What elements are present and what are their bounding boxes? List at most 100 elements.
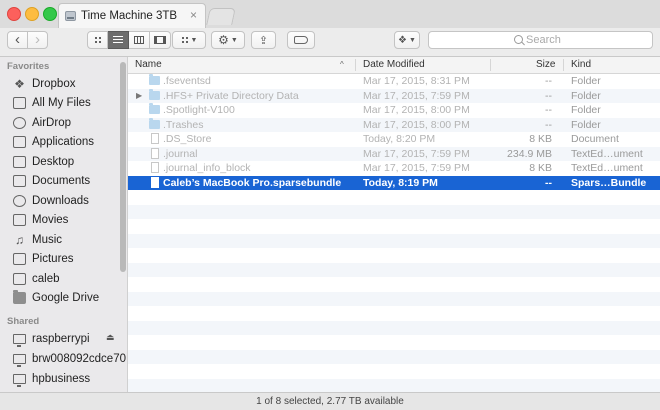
arrange-button[interactable]: ▼ xyxy=(172,31,206,49)
coverflow-view-button[interactable] xyxy=(150,31,171,49)
finder-window: Time Machine 3TB × ‹ › ▼ ⚙ ▼ ⇪ ❖ ▼ Searc… xyxy=(0,0,660,410)
folder-icon xyxy=(149,88,160,100)
sidebar-item-dropbox[interactable]: ❖ Dropbox xyxy=(0,74,118,93)
file-date-cell: Mar 17, 2015, 8:00 PM xyxy=(363,118,470,131)
column-header-date[interactable]: Date Modified xyxy=(363,59,425,70)
file-size-cell: 234.9 MB xyxy=(507,147,552,160)
sidebar-item-hpbusiness[interactable]: hpbusiness xyxy=(0,369,118,388)
file-kind-cell: Document xyxy=(571,133,619,145)
forward-button[interactable]: › xyxy=(27,31,48,49)
sidebar-item-label: caleb xyxy=(32,272,60,285)
column-divider[interactable] xyxy=(355,59,356,71)
all-files-icon xyxy=(13,97,26,109)
sidebar-item-brw008092cdce70[interactable]: brw008092cdce70 xyxy=(0,349,126,368)
close-window-button[interactable] xyxy=(7,7,21,21)
file-kind-cell: Folder xyxy=(571,89,601,102)
file-name-cell: .journal_info_block xyxy=(163,162,251,174)
toolbar: ‹ › ▼ ⚙ ▼ ⇪ ❖ ▼ Search xyxy=(0,28,660,57)
action-button[interactable]: ⚙ ▼ xyxy=(211,31,245,49)
pictures-icon xyxy=(13,253,26,265)
grid-icon xyxy=(93,36,102,44)
sidebar-item-pictures[interactable]: Pictures xyxy=(0,250,118,269)
sidebar-item-downloads[interactable]: Downloads xyxy=(0,191,118,210)
table-row[interactable]: .journal Mar 17, 2015, 7:59 PM 234.9 MB Tex… xyxy=(128,146,660,161)
drive-icon xyxy=(65,11,76,21)
search-field[interactable]: Search xyxy=(428,31,653,49)
file-size-cell: -- xyxy=(545,75,552,87)
display-icon xyxy=(13,334,26,347)
sidebar-item-label: Applications xyxy=(32,136,95,148)
sidebar-item-label: All My Files xyxy=(32,97,91,109)
file-kind-cell: Folder xyxy=(571,75,601,87)
tags-button[interactable] xyxy=(287,31,315,49)
minimize-window-button[interactable] xyxy=(25,7,39,21)
column-divider[interactable] xyxy=(563,59,564,71)
column-header-name[interactable]: Name xyxy=(135,59,162,70)
table-row[interactable]: Caleb’s MacBook Pro.sparsebundle Today, 8… xyxy=(128,175,660,190)
chevron-down-icon: ▼ xyxy=(409,36,416,44)
file-kind-cell: TextEd…ument xyxy=(571,147,643,160)
table-row[interactable]: .DS_Store Today, 8:20 PM 8 KB Document xyxy=(128,132,660,147)
file-kind-cell: Folder xyxy=(571,118,601,131)
empty-row xyxy=(128,291,660,306)
sidebar-scrollbar[interactable] xyxy=(120,62,126,272)
search-placeholder: Search xyxy=(526,34,561,46)
folder-icon xyxy=(13,290,26,304)
sidebar-item-applications[interactable]: Applications xyxy=(0,133,118,152)
zoom-window-button[interactable] xyxy=(43,7,57,21)
column-view-button[interactable] xyxy=(129,31,150,49)
music-icon: ♫ xyxy=(15,232,24,247)
tab-time-machine[interactable]: Time Machine 3TB × xyxy=(58,3,206,28)
empty-row xyxy=(128,219,660,234)
empty-row xyxy=(128,320,660,335)
file-size-cell: 8 KB xyxy=(529,133,552,145)
folder-icon xyxy=(149,117,160,129)
table-row[interactable]: .Trashes Mar 17, 2015, 8:00 PM -- Folder xyxy=(128,117,660,132)
disclosure-triangle-icon[interactable]: ▶ xyxy=(136,91,142,100)
table-row[interactable]: .Spotlight-V100 Mar 17, 2015, 8:00 PM -- Fo… xyxy=(128,103,660,118)
shared-heading: Shared xyxy=(7,316,40,327)
document-icon xyxy=(151,162,159,173)
sidebar-item-label: AirDrop xyxy=(32,116,71,129)
sidebar-item-google-drive[interactable]: Google Drive xyxy=(0,289,118,308)
icon-view-button[interactable] xyxy=(87,31,108,49)
chevron-left-icon: ‹ xyxy=(15,31,20,48)
sidebar-item-raspberrypi[interactable]: raspberrypi ⏏ xyxy=(0,329,118,348)
dropbox-menu-button[interactable]: ❖ ▼ xyxy=(394,31,420,49)
folder-icon xyxy=(149,74,160,85)
eject-icon[interactable]: ⏏ xyxy=(106,332,115,343)
coverflow-icon xyxy=(154,36,166,44)
tab-close-button[interactable]: × xyxy=(190,8,197,22)
sidebar-item-documents[interactable]: Documents xyxy=(0,172,118,191)
airdrop-icon xyxy=(13,116,26,129)
list-view-button[interactable] xyxy=(108,31,129,49)
new-tab-button[interactable] xyxy=(206,8,236,25)
sidebar-item-desktop[interactable]: Desktop xyxy=(0,152,118,171)
sidebar-item-all-my-files[interactable]: All My Files xyxy=(0,94,118,113)
file-name-cell: .journal xyxy=(163,147,198,160)
file-date-cell: Mar 17, 2015, 7:59 PM xyxy=(363,147,470,160)
sidebar-item-label: hpbusiness xyxy=(32,372,91,385)
column-divider[interactable] xyxy=(490,59,491,71)
table-row[interactable]: .journal_info_block Mar 17, 2015, 7:59 PM… xyxy=(128,161,660,176)
file-size-cell: -- xyxy=(545,104,552,116)
sparsebundle-icon xyxy=(151,176,159,188)
sidebar-item-label: Desktop xyxy=(32,155,75,168)
document-icon xyxy=(151,133,159,144)
column-header-kind[interactable]: Kind xyxy=(571,59,591,70)
share-button[interactable]: ⇪ xyxy=(251,31,276,49)
sidebar-item-movies[interactable]: Movies xyxy=(0,211,118,230)
empty-row xyxy=(128,364,660,379)
column-header-size[interactable]: Size xyxy=(536,59,555,70)
file-date-cell: Mar 17, 2015, 7:59 PM xyxy=(363,89,470,102)
sidebar-item-music[interactable]: ♫ Music xyxy=(0,230,118,249)
sidebar-item-airdrop[interactable]: AirDrop xyxy=(0,113,118,132)
file-kind-cell: TextEd…ument xyxy=(571,162,643,174)
table-row[interactable]: .fseventsd Mar 17, 2015, 8:31 PM -- Folder xyxy=(128,74,660,89)
file-size-cell: -- xyxy=(545,118,552,131)
table-row[interactable]: ▶ .HFS+ Private Directory Data Mar 17, 201… xyxy=(128,88,660,103)
sidebar-item-label: Documents xyxy=(32,175,91,187)
back-button[interactable]: ‹ xyxy=(7,31,28,49)
file-kind-cell: Spars…Bundle xyxy=(571,176,647,189)
sidebar-item-caleb[interactable]: caleb xyxy=(0,269,118,288)
